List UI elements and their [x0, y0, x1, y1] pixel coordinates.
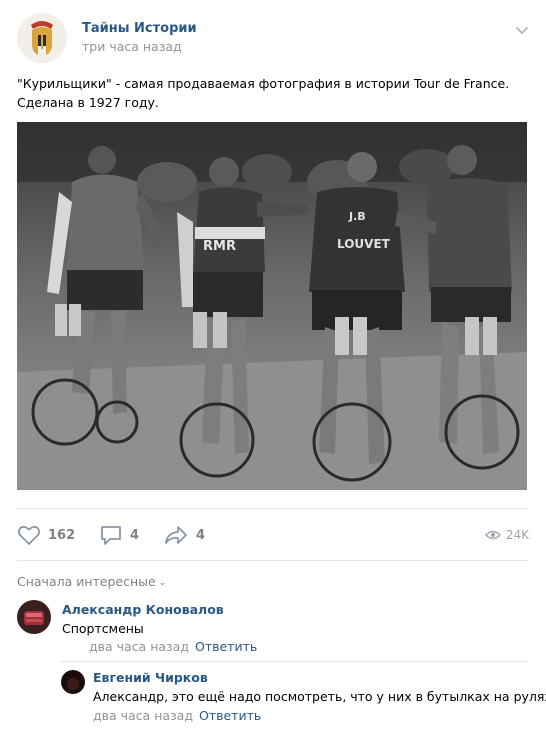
comment-text: Спортсмены [62, 621, 144, 636]
post-header: Тайны Истории три часа назад [17, 13, 529, 63]
comment: Александр Коновалов Спортсмены два часа … [17, 600, 529, 660]
group-name[interactable]: Тайны Истории [82, 21, 197, 36]
post-photo[interactable]: RMR J.B LOUVET [17, 122, 527, 490]
avatar[interactable] [17, 600, 51, 634]
share-icon [165, 526, 187, 544]
cyclists-photo: RMR J.B LOUVET [17, 122, 527, 490]
share-button[interactable]: 4 [163, 522, 205, 548]
chevron-down-icon: ⌄ [158, 578, 167, 588]
views: 24K [484, 522, 529, 548]
comment-meta: два часа назад Ответить [89, 639, 257, 654]
comments-count: 4 [130, 527, 140, 543]
divider [17, 508, 529, 509]
comment-author[interactable]: Александр Коновалов [62, 602, 224, 617]
post-text: "Курильщики" - самая продаваемая фотогра… [17, 76, 510, 110]
avatar-image [61, 670, 85, 694]
divider [17, 560, 529, 561]
comment-meta: два часа назад Ответить [93, 708, 261, 723]
likes-count: 162 [48, 527, 76, 543]
spartan-helmet-icon [17, 13, 67, 63]
avatar-image [17, 600, 51, 634]
like-button[interactable]: 162 [17, 522, 75, 548]
comment-time[interactable]: два часа назад [93, 708, 193, 723]
jersey-rmr-text: RMR [203, 239, 236, 254]
shares-count: 4 [196, 527, 206, 543]
comment-button[interactable]: 4 [99, 522, 139, 548]
avatar[interactable] [61, 670, 85, 694]
comment-author[interactable]: Евгений Чирков [93, 670, 208, 685]
jersey-louvet-text: LOUVET [337, 237, 391, 251]
comment-time[interactable]: два часа назад [89, 639, 189, 654]
heart-icon [17, 526, 41, 545]
divider [61, 661, 529, 662]
post-actions: 162 4 4 24K [17, 522, 529, 548]
reply-button[interactable]: Ответить [199, 708, 261, 723]
comments-sort-label: Сначала интересные [17, 574, 156, 589]
reply-button[interactable]: Ответить [195, 639, 257, 654]
comment-icon [101, 526, 121, 545]
comment-reply: Евгений Чирков Александр, это ещё надо п… [61, 669, 546, 725]
group-avatar[interactable] [17, 13, 67, 63]
views-count: 24K [505, 528, 529, 542]
post-time[interactable]: три часа назад [82, 39, 182, 54]
comment-text: Александр, это ещё надо посмотреть, что … [93, 689, 546, 704]
chevron-down-icon[interactable] [515, 25, 529, 35]
eye-icon [484, 530, 501, 540]
comments-sort[interactable]: Сначала интересные ⌄ [17, 574, 166, 589]
jersey-jb-text: J.B [348, 210, 366, 223]
